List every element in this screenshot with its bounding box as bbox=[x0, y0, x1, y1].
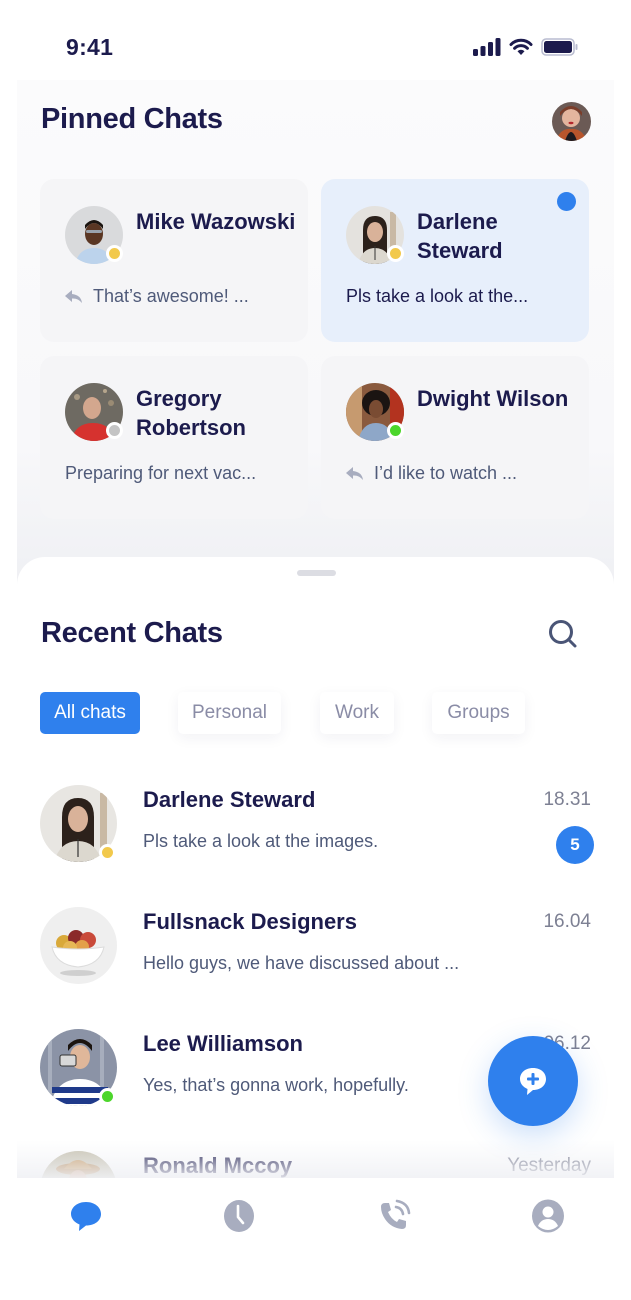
profile-icon bbox=[532, 1199, 564, 1233]
new-chat-button[interactable] bbox=[488, 1036, 578, 1126]
clock-icon bbox=[224, 1200, 254, 1232]
chat-last-message: Pls take a look at the images. bbox=[143, 831, 379, 851]
recent-chats-title: Recent Chats bbox=[41, 617, 223, 649]
cellular-signal-icon bbox=[473, 38, 501, 56]
profile-avatar[interactable] bbox=[552, 102, 591, 141]
status-icons bbox=[473, 38, 579, 56]
sheet-drag-handle[interactable] bbox=[297, 570, 336, 576]
chat-name: Lee Williamson bbox=[143, 1031, 303, 1056]
chat-list-item[interactable]: Fullsnack Designers Hello guys, we have … bbox=[0, 907, 631, 1017]
contact-name: Mike Wazowski bbox=[136, 209, 296, 234]
pinned-chat-card[interactable]: Dwight Wilson I’d like to watch ... bbox=[321, 356, 589, 519]
status-indicator-offline bbox=[106, 422, 123, 439]
chat-time: 18.31 bbox=[543, 789, 591, 810]
unread-indicator bbox=[557, 192, 576, 211]
status-indicator-away bbox=[106, 245, 123, 262]
chat-list-item[interactable]: Darlene Steward Pls take a look at the i… bbox=[0, 785, 631, 895]
status-indicator-away bbox=[99, 844, 116, 861]
contact-name: Dwight Wilson bbox=[417, 386, 569, 411]
last-message: Preparing for next vac... bbox=[65, 463, 256, 484]
chat-name: Fullsnack Designers bbox=[143, 909, 357, 934]
last-message-text: That’s awesome! ... bbox=[93, 286, 249, 306]
pinned-chats-title: Pinned Chats bbox=[41, 103, 223, 135]
tab-calls[interactable] bbox=[372, 1194, 416, 1238]
tab-chats[interactable] bbox=[64, 1194, 108, 1238]
battery-icon bbox=[541, 38, 578, 56]
unread-count-badge: 5 bbox=[556, 826, 594, 864]
contact-name: Darlene Steward bbox=[417, 209, 503, 263]
new-chat-icon bbox=[520, 1068, 546, 1095]
filter-work[interactable]: Work bbox=[320, 692, 394, 734]
last-message: Pls take a look at the... bbox=[346, 286, 528, 307]
tab-history[interactable] bbox=[217, 1194, 261, 1238]
chat-last-message: Hello guys, we have discussed about ... bbox=[143, 953, 460, 973]
pinned-chat-card[interactable]: Mike Wazowski That’s awesome! ... bbox=[40, 179, 308, 342]
pinned-chat-card[interactable]: Gregory Robertson Preparing for next vac… bbox=[40, 356, 308, 519]
list-fade bbox=[17, 1140, 614, 1178]
reply-icon bbox=[346, 466, 363, 480]
filter-personal[interactable]: Personal bbox=[178, 692, 281, 734]
status-indicator-online bbox=[387, 422, 404, 439]
tab-profile[interactable] bbox=[526, 1194, 570, 1238]
contact-name: Gregory Robertson bbox=[136, 386, 246, 440]
reply-icon bbox=[65, 289, 82, 303]
status-time: 9:41 bbox=[66, 34, 114, 60]
last-message-text: I’d like to watch ... bbox=[374, 463, 518, 483]
last-message: That’s awesome! ... bbox=[65, 286, 249, 307]
bottom-tab-bar bbox=[0, 1178, 631, 1300]
chat-time: 16.04 bbox=[543, 911, 591, 932]
chat-bubble-icon bbox=[71, 1202, 101, 1231]
wifi-icon bbox=[509, 38, 533, 55]
filter-all-chats[interactable]: All chats bbox=[40, 692, 140, 734]
phone-call-icon bbox=[381, 1199, 411, 1229]
search-icon bbox=[549, 620, 577, 648]
chat-name: Darlene Steward bbox=[143, 787, 316, 812]
status-indicator-away bbox=[387, 245, 404, 262]
pinned-chat-card[interactable]: Darlene Steward Pls take a look at the..… bbox=[321, 179, 589, 342]
last-message-text: Pls take a look at the... bbox=[346, 286, 529, 306]
last-message-text: Preparing for next vac... bbox=[65, 463, 257, 483]
status-bar: 9:41 bbox=[0, 0, 631, 90]
avatar bbox=[40, 907, 117, 984]
last-message: I’d like to watch ... bbox=[346, 463, 517, 484]
filter-groups[interactable]: Groups bbox=[432, 692, 525, 734]
search-button[interactable] bbox=[546, 617, 580, 651]
status-indicator-online bbox=[99, 1088, 116, 1105]
chat-last-message: Yes, that’s gonna work, hopefully. bbox=[143, 1075, 409, 1095]
